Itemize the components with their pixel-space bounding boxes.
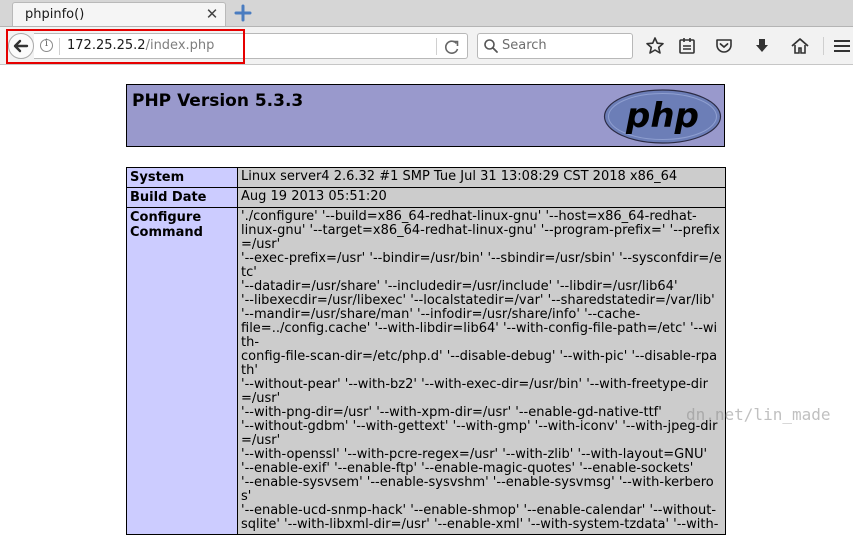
tab-strip: phpinfo() ✕ <box>0 0 853 27</box>
php-logo[interactable]: php <box>603 89 722 144</box>
reload-icon[interactable] <box>443 38 461 56</box>
row-value-configure-command: './configure' '--build=x86_64-redhat-lin… <box>237 207 726 535</box>
phpinfo-table: System Linux server4 2.6.32 #1 SMP Tue J… <box>126 167 726 535</box>
watermark: dn.net/lin_made <box>686 405 831 424</box>
search-icon <box>484 39 498 53</box>
row-value-build-date: Aug 19 2013 05:51:20 <box>237 187 726 208</box>
toolbar-divider <box>823 37 824 55</box>
close-tab-icon[interactable]: ✕ <box>203 4 221 24</box>
new-tab-plus-icon[interactable] <box>232 2 254 24</box>
hamburger-menu-icon[interactable] <box>832 36 852 56</box>
url-divider <box>436 38 437 55</box>
reading-list-icon[interactable] <box>677 36 697 56</box>
row-label-system: System <box>126 167 238 188</box>
url-highlight-annotation <box>6 29 245 64</box>
page-title: PHP Version 5.3.3 <box>132 91 304 111</box>
tab-title: phpinfo() <box>25 7 85 22</box>
downloads-icon[interactable] <box>752 36 772 56</box>
bookmark-star-icon[interactable] <box>645 36 665 56</box>
php-header: PHP Version 5.3.3 php <box>126 84 725 147</box>
row-value-system: Linux server4 2.6.32 #1 SMP Tue Jul 31 1… <box>237 167 726 188</box>
home-icon[interactable] <box>790 36 810 56</box>
tab-phpinfo[interactable]: phpinfo() ✕ <box>12 2 226 26</box>
row-label-configure-command: Configure Command <box>126 207 238 535</box>
pocket-icon[interactable] <box>714 36 734 56</box>
search-placeholder: Search <box>502 38 547 53</box>
row-label-build-date: Build Date <box>126 187 238 208</box>
page-content: PHP Version 5.3.3 php System Linux serve… <box>0 65 853 535</box>
table-row: Build Date Aug 19 2013 05:51:20 <box>126 187 726 208</box>
table-row: Configure Command './configure' '--build… <box>126 207 726 535</box>
search-bar[interactable]: Search <box>477 33 633 59</box>
php-logo-text: php <box>625 96 699 136</box>
table-row: System Linux server4 2.6.32 #1 SMP Tue J… <box>126 167 726 188</box>
